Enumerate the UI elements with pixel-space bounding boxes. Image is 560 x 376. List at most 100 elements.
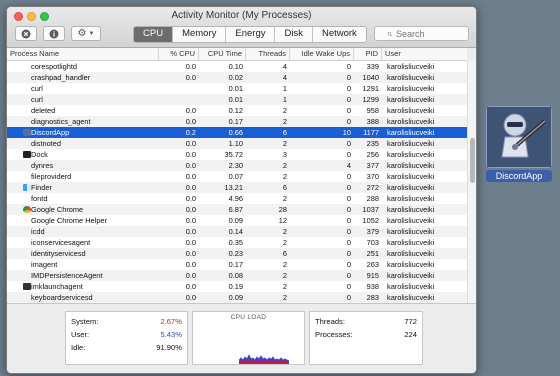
process-row[interactable]: DiscordApp 0.2 0.66 6 10 1177 karolisliucveiki (7, 127, 467, 138)
threads-cell: 2 (282, 271, 287, 280)
user-cell: karolisliucveiki (387, 238, 435, 247)
process-row[interactable]: fontd 0.0 4.96 2 0 288 karolisliucveiki (7, 193, 467, 204)
header-threads[interactable]: Threads (246, 48, 290, 60)
header-cpu-percent[interactable]: % CPU (159, 48, 199, 60)
cpu-time-cell: 0.66 (228, 128, 243, 137)
process-row[interactable]: IMDPersistenceAgent 0.0 0.08 2 0 915 karolisli… (7, 270, 467, 281)
chevron-down-icon: ▼ (88, 30, 95, 37)
search-field[interactable] (374, 26, 469, 41)
process-table: corespotlightd 0.0 0.10 4 0 339 karolisliucvei… (7, 61, 467, 303)
process-row[interactable]: icdd 0.0 0.14 2 0 379 karolisliucveiki (7, 226, 467, 237)
process-row[interactable]: identityservicesd 0.0 0.23 6 0 251 karolisliuc… (7, 248, 467, 259)
process-row[interactable]: crashpad_handler 0.0 0.02 4 0 1040 karolisliuc… (7, 72, 467, 83)
process-row[interactable]: diagnostics_agent 0.0 0.17 2 0 388 karolisliuc… (7, 116, 467, 127)
idle-wake-ups-cell: 0 (346, 282, 351, 291)
user-stat: User: 5.43% (71, 329, 182, 340)
threads-cell: 3 (282, 150, 287, 159)
process-row[interactable]: distnoted 0.0 1.10 2 0 235 karolisliucveiki (7, 138, 467, 149)
threads-cell: 2 (282, 161, 287, 170)
tab-energy[interactable]: Energy (225, 27, 274, 42)
scrollbar-thumb[interactable] (470, 138, 475, 183)
cpu-time-cell: 0.09 (228, 216, 243, 225)
activity-monitor-window: Activity Monitor (My Processes) ⚙ ▼ CPU … (6, 6, 477, 374)
process-row[interactable]: Google Chrome Helper 0.0 0.09 12 0 1052 karoli… (7, 215, 467, 226)
tab-cpu[interactable]: CPU (134, 27, 173, 42)
cpu-percent-cell: 0.0 (185, 205, 196, 214)
cpu-load-chart (238, 354, 290, 364)
process-row[interactable]: curl 0.01 1 0 1299 karolisliucveiki (7, 94, 467, 105)
idle-wake-ups-cell: 0 (346, 205, 351, 214)
cpu-usage-box: System: 2.67% User: 5.43% Idle: 91.90% (65, 311, 188, 365)
header-pid[interactable]: PID (354, 48, 382, 60)
process-row[interactable]: keyboardservicesd 0.0 0.09 2 0 283 karolisliuc… (7, 292, 467, 303)
tab-memory[interactable]: Memory (172, 27, 225, 42)
stop-process-button[interactable] (15, 26, 37, 41)
user-cell: karolisliucveiki (387, 260, 435, 269)
cpu-percent-cell: 0.0 (185, 238, 196, 247)
process-row[interactable]: Dock 0.0 35.72 3 0 256 karolisliucveiki (7, 149, 467, 160)
process-name-cell: curl (31, 84, 43, 93)
cpu-time-cell: 0.07 (228, 172, 243, 181)
pid-cell: 377 (366, 161, 379, 170)
process-row[interactable]: deleted 0.0 0.12 2 0 958 karolisliucveiki (7, 105, 467, 116)
header-process-name[interactable]: Process Name (7, 48, 159, 60)
cpu-percent-cell: 0.0 (185, 293, 196, 302)
user-cell: karolisliucveiki (387, 106, 435, 115)
window-title: Activity Monitor (My Processes) (171, 10, 312, 21)
dock-icon (23, 151, 31, 158)
search-input[interactable] (394, 28, 468, 39)
cpu-time-cell: 0.14 (228, 227, 243, 236)
process-name-cell: DiscordApp (31, 128, 70, 137)
cpu-time-cell: 0.12 (228, 106, 243, 115)
info-icon (49, 29, 59, 38)
pid-cell: 256 (366, 150, 379, 159)
process-row[interactable]: Finder 0.0 13.21 6 0 272 karolisliucveiki (7, 182, 467, 193)
process-row[interactable]: imagent 0.0 0.17 2 0 263 karolisliucveiki (7, 259, 467, 270)
tab-disk[interactable]: Disk (274, 27, 311, 42)
idle-value: 91.90% (156, 343, 182, 352)
process-row[interactable]: imklaunchagent 0.0 0.19 2 0 938 karolisliucvei… (7, 281, 467, 292)
idle-wake-ups-cell: 0 (346, 172, 351, 181)
pid-cell: 235 (366, 139, 379, 148)
process-row[interactable]: curl 0.01 1 0 1291 karolisliucveiki (7, 83, 467, 94)
process-row[interactable]: Google Chrome 0.0 6.87 28 0 1037 karolisliucve… (7, 204, 467, 215)
process-row[interactable]: corespotlightd 0.0 0.10 4 0 339 karolisliucvei… (7, 61, 467, 72)
threads-cell: 6 (282, 249, 287, 258)
gear-icon: ⚙ (77, 28, 87, 39)
threads-cell: 2 (282, 238, 287, 247)
user-value: 5.43% (160, 330, 182, 339)
header-cpu-time[interactable]: CPU Time (199, 48, 246, 60)
stats-footer: System: 2.67% User: 5.43% Idle: 91.90% C… (7, 303, 476, 373)
header-user[interactable]: User (382, 48, 467, 60)
user-cell: karolisliucveiki (387, 271, 435, 280)
cpu-load-graph: CPU LOAD (192, 311, 305, 365)
process-name-cell: fileproviderd (31, 172, 72, 181)
cpu-time-cell: 6.87 (228, 205, 243, 214)
threads-stat: Threads: 772 (315, 316, 417, 327)
threads-label: Threads: (315, 317, 345, 326)
pid-cell: 938 (366, 282, 379, 291)
cpu-time-cell: 0.01 (228, 95, 243, 104)
discordapp-dock-icon[interactable] (486, 106, 552, 168)
process-row[interactable]: iconservicesagent 0.0 0.35 2 0 703 karolisliuc… (7, 237, 467, 248)
pid-cell: 915 (366, 271, 379, 280)
cpu-percent-cell: 0.0 (185, 62, 196, 71)
cpu-time-cell: 0.09 (228, 293, 243, 302)
header-idle-wake-ups[interactable]: Idle Wake Ups (290, 48, 354, 60)
pid-cell: 388 (366, 117, 379, 126)
pid-cell: 1177 (363, 128, 379, 137)
pid-cell: 283 (366, 293, 379, 302)
tab-network[interactable]: Network (311, 27, 366, 42)
idle-wake-ups-cell: 0 (346, 249, 351, 258)
process-row[interactable]: fileproviderd 0.0 0.07 2 0 370 karolisliucveik… (7, 171, 467, 182)
view-tabs: CPU Memory Energy Disk Network (133, 26, 367, 43)
process-row[interactable]: dynres 0.0 2.30 2 4 377 karolisliucveiki (7, 160, 467, 171)
idle-wake-ups-cell: 0 (346, 183, 351, 192)
pid-cell: 339 (366, 62, 379, 71)
inspect-process-button[interactable] (43, 26, 65, 41)
threads-cell: 1 (282, 84, 287, 93)
idle-wake-ups-cell: 0 (346, 150, 351, 159)
cpu-time-cell: 4.96 (228, 194, 243, 203)
action-menu-button[interactable]: ⚙ ▼ (71, 26, 101, 41)
vertical-scrollbar[interactable] (467, 61, 476, 303)
